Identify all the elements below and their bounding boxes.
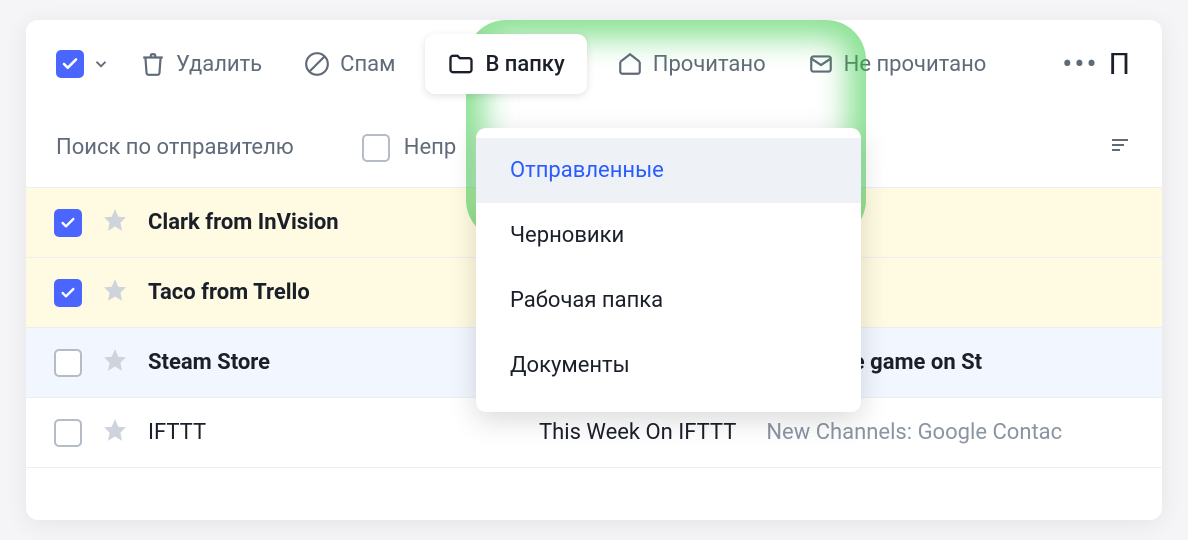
- row-checkbox[interactable]: [54, 419, 82, 447]
- more-actions-button[interactable]: ••• П: [1062, 47, 1132, 82]
- star-icon[interactable]: [102, 347, 128, 379]
- dropdown-item[interactable]: Рабочая папка: [476, 268, 861, 333]
- row-checkbox[interactable]: [54, 209, 82, 237]
- subject: This Week On IFTTT: [539, 420, 736, 445]
- move-to-folder-button[interactable]: В папку: [425, 34, 586, 94]
- star-icon[interactable]: [102, 277, 128, 309]
- row-checkbox[interactable]: [54, 349, 82, 377]
- toolbar: Удалить Спам В папку Прочитано Не прочит…: [26, 20, 1162, 108]
- dropdown-item[interactable]: Отправленные: [476, 138, 861, 203]
- chevron-down-icon[interactable]: [92, 55, 110, 73]
- check-icon: [60, 285, 76, 301]
- select-all-checkbox[interactable]: [56, 50, 84, 78]
- overflow-hint: П: [1109, 47, 1132, 82]
- dropdown-item-label: Отправленные: [510, 158, 664, 183]
- folder-dropdown: Отправленные Черновики Рабочая папка Док…: [476, 128, 861, 412]
- spam-button[interactable]: Спам: [292, 43, 407, 85]
- delete-button[interactable]: Удалить: [128, 43, 274, 85]
- mail-open-icon: [617, 51, 643, 77]
- row-checkbox[interactable]: [54, 279, 82, 307]
- sender: Taco from Trello: [148, 280, 483, 305]
- check-icon: [61, 55, 79, 73]
- star-icon[interactable]: [102, 207, 128, 239]
- sender: Steam Store: [148, 350, 483, 375]
- mail-panel: Удалить Спам В папку Прочитано Не прочит…: [26, 20, 1162, 520]
- mail-icon: [808, 51, 834, 77]
- dropdown-item-label: Рабочая папка: [510, 288, 663, 313]
- mark-unread-button[interactable]: Не прочитано: [796, 43, 999, 85]
- spam-label: Спам: [340, 52, 395, 77]
- read-label: Прочитано: [653, 52, 766, 77]
- sender: IFTTT: [148, 420, 483, 445]
- delete-label: Удалить: [176, 52, 262, 77]
- trash-icon: [140, 51, 166, 77]
- dropdown-item[interactable]: Документы: [476, 333, 861, 398]
- unread-filter-label: Непр: [404, 135, 456, 160]
- folder-icon: [447, 50, 475, 78]
- select-all-group: [56, 50, 110, 78]
- sort-icon[interactable]: [1108, 133, 1132, 163]
- ban-icon: [304, 51, 330, 77]
- dropdown-item-label: Документы: [510, 353, 630, 378]
- mark-read-button[interactable]: Прочитано: [605, 43, 778, 85]
- dots-icon: •••: [1062, 47, 1098, 82]
- dropdown-item[interactable]: Черновики: [476, 203, 861, 268]
- search-by-sender[interactable]: Поиск по отправителю: [56, 135, 294, 160]
- dropdown-item-label: Черновики: [510, 223, 624, 248]
- unread-filter-checkbox[interactable]: [362, 134, 390, 162]
- check-icon: [60, 215, 76, 231]
- star-icon[interactable]: [102, 417, 128, 449]
- move-label: В папку: [485, 52, 564, 77]
- sender: Clark from InVision: [148, 210, 483, 235]
- unread-label: Не прочитано: [844, 52, 987, 77]
- snippet: New Channels: Google Contac: [766, 420, 1062, 445]
- unread-filter[interactable]: Непр: [362, 134, 456, 162]
